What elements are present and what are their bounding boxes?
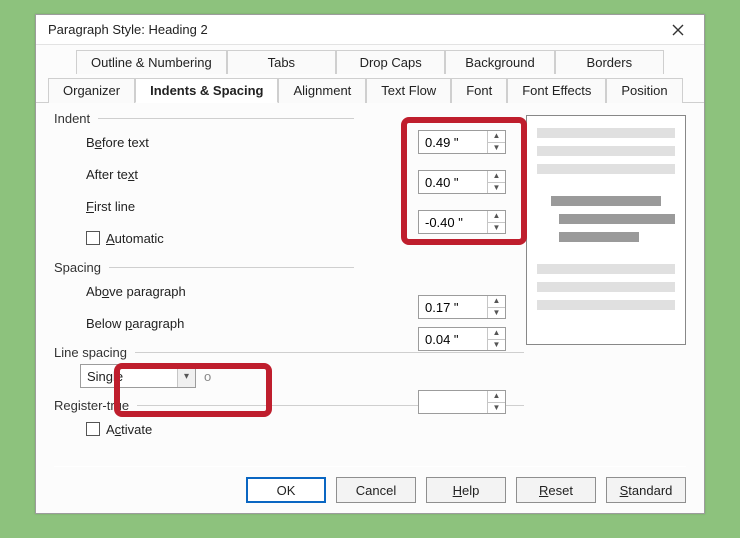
indent-group-label: Indent: [54, 111, 354, 126]
before-text-label: Before text: [86, 135, 246, 150]
activate-row: Activate: [54, 413, 686, 445]
line-spacing-select[interactable]: Single ▾: [80, 364, 196, 388]
tab-alignment[interactable]: Alignment: [278, 78, 366, 103]
of-label: o: [204, 369, 210, 384]
arrow-up-icon[interactable]: ▲: [488, 171, 505, 183]
tab-position[interactable]: Position: [606, 78, 682, 103]
spinner-arrows[interactable]: ▲▼: [487, 131, 505, 153]
arrow-down-icon[interactable]: ▼: [488, 223, 505, 234]
arrow-up-icon[interactable]: ▲: [488, 391, 505, 403]
spacing-label-text: Spacing: [54, 260, 101, 275]
line-spacing-row: Single ▾ o: [54, 360, 686, 392]
line-spacing-of-spinbox[interactable]: ▲▼: [418, 390, 506, 414]
tab-organizer[interactable]: Organizer: [48, 78, 135, 103]
arrow-up-icon[interactable]: ▲: [488, 211, 505, 223]
spinner-arrows[interactable]: ▲▼: [487, 296, 505, 318]
before-text-spinbox[interactable]: ▲▼: [418, 130, 506, 154]
tab-row-upper: Outline & Numbering Tabs Drop Caps Backg…: [36, 49, 704, 73]
spinner-arrows[interactable]: ▲▼: [487, 391, 505, 413]
arrow-up-icon[interactable]: ▲: [488, 131, 505, 143]
tab-font-effects[interactable]: Font Effects: [507, 78, 606, 103]
activate-label: Activate: [106, 422, 152, 437]
dialog-footer: OK Cancel Help Reset Standard: [36, 477, 704, 503]
first-line-label: First line: [86, 199, 246, 214]
preview-pane: [526, 115, 686, 345]
after-text-label: After text: [86, 167, 246, 182]
tab-indents-spacing[interactable]: Indents & Spacing: [135, 78, 278, 103]
chevron-down-icon: ▾: [177, 365, 195, 387]
close-button[interactable]: [658, 16, 698, 44]
arrow-up-icon[interactable]: ▲: [488, 296, 505, 308]
tab-outline-numbering[interactable]: Outline & Numbering: [76, 50, 227, 74]
after-text-spinbox[interactable]: ▲▼: [418, 170, 506, 194]
after-text-input[interactable]: [419, 175, 487, 190]
spinner-arrows[interactable]: ▲▼: [487, 171, 505, 193]
footer-divider: [54, 466, 686, 467]
spacing-group-label: Spacing: [54, 260, 354, 275]
arrow-down-icon[interactable]: ▼: [488, 340, 505, 351]
tab-drop-caps[interactable]: Drop Caps: [336, 50, 445, 74]
checkbox-box-icon: [86, 231, 100, 245]
help-button[interactable]: Help: [426, 477, 506, 503]
activate-checkbox[interactable]: Activate: [86, 422, 152, 437]
below-paragraph-input[interactable]: [419, 332, 487, 347]
tab-borders[interactable]: Borders: [555, 50, 664, 74]
tab-text-flow[interactable]: Text Flow: [366, 78, 451, 103]
automatic-label: Automatic: [106, 231, 164, 246]
line-spacing-of-input[interactable]: [419, 395, 487, 410]
above-paragraph-input[interactable]: [419, 300, 487, 315]
arrow-down-icon[interactable]: ▼: [488, 183, 505, 194]
arrow-down-icon[interactable]: ▼: [488, 143, 505, 154]
line-spacing-value: Single: [87, 369, 123, 384]
line-spacing-label-text: Line spacing: [54, 345, 127, 360]
close-icon: [672, 24, 684, 36]
arrow-up-icon[interactable]: ▲: [488, 328, 505, 340]
below-paragraph-label: Below paragraph: [86, 316, 246, 331]
standard-button[interactable]: Standard: [606, 477, 686, 503]
above-paragraph-label: Above paragraph: [86, 284, 246, 299]
tab-background[interactable]: Background: [445, 50, 554, 74]
arrow-down-icon[interactable]: ▼: [488, 308, 505, 319]
tab-font[interactable]: Font: [451, 78, 507, 103]
below-paragraph-spinbox[interactable]: ▲▼: [418, 327, 506, 351]
tab-row-lower: Organizer Indents & Spacing Alignment Te…: [36, 77, 704, 103]
cancel-button[interactable]: Cancel: [336, 477, 416, 503]
first-line-input[interactable]: [419, 215, 487, 230]
indent-label-text: Indent: [54, 111, 90, 126]
paragraph-style-dialog: Paragraph Style: Heading 2 Outline & Num…: [35, 14, 705, 514]
spinner-arrows[interactable]: ▲▼: [487, 211, 505, 233]
tab-tabs[interactable]: Tabs: [227, 50, 336, 74]
reset-button[interactable]: Reset: [516, 477, 596, 503]
above-paragraph-spinbox[interactable]: ▲▼: [418, 295, 506, 319]
first-line-spinbox[interactable]: ▲▼: [418, 210, 506, 234]
titlebar: Paragraph Style: Heading 2: [36, 15, 704, 45]
checkbox-box-icon: [86, 422, 100, 436]
spinner-arrows[interactable]: ▲▼: [487, 328, 505, 350]
register-label-text: Register-true: [54, 398, 129, 413]
automatic-checkbox[interactable]: Automatic: [86, 231, 164, 246]
before-text-input[interactable]: [419, 135, 487, 150]
arrow-down-icon[interactable]: ▼: [488, 403, 505, 414]
window-title: Paragraph Style: Heading 2: [48, 22, 208, 37]
ok-button[interactable]: OK: [246, 477, 326, 503]
